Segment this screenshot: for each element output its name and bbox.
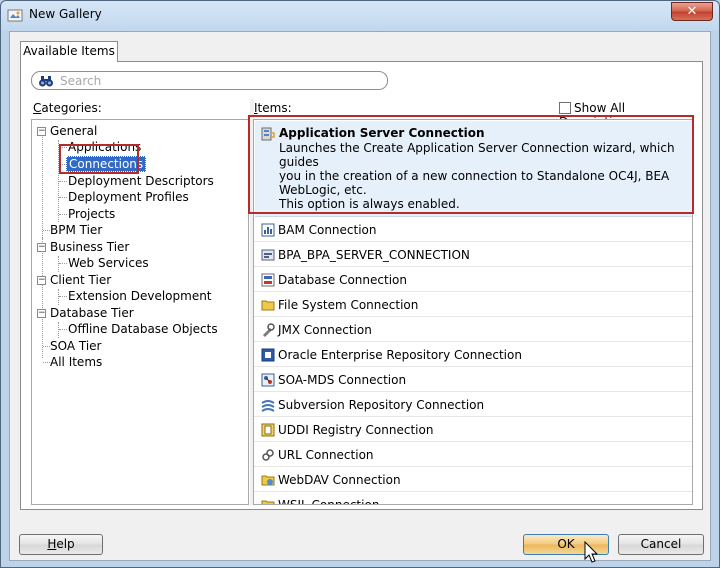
help-mnemonic: H (47, 537, 57, 551)
selected-item-highlight-box (248, 115, 694, 214)
title-bar[interactable]: New Gallery ✕ (1, 1, 719, 29)
search-box[interactable] (31, 71, 388, 90)
expander-general[interactable]: − (37, 127, 46, 136)
mouse-cursor-icon (584, 541, 599, 563)
item-label: UDDI Registry Connection (278, 423, 434, 437)
database-icon (261, 273, 275, 287)
search-input[interactable] (60, 73, 380, 89)
tree-line (58, 289, 59, 305)
tree-branch (59, 263, 67, 264)
item-jmx-connection[interactable]: JMX Connection (254, 318, 692, 342)
close-button[interactable]: ✕ (671, 2, 713, 21)
categories-label-text: ategories: (41, 101, 102, 115)
category-business-tier[interactable]: Business Tier (50, 239, 129, 255)
item-uddi-registry-connection[interactable]: UDDI Registry Connection (254, 418, 692, 442)
url-icon (262, 449, 274, 461)
tree-line (58, 322, 59, 338)
item-label: Oracle Enterprise Repository Connection (278, 348, 522, 362)
item-bam-connection[interactable]: BAM Connection (254, 218, 692, 242)
help-button[interactable]: Help (19, 534, 103, 555)
category-client-tier[interactable]: Client Tier (50, 272, 111, 288)
tree-branch (59, 296, 67, 297)
bpa-icon (261, 249, 275, 261)
category-general[interactable]: General (50, 123, 97, 139)
category-extension-development[interactable]: Extension Development (68, 288, 212, 304)
wsil-icon (261, 500, 275, 504)
tree-branch (59, 197, 67, 198)
checkbox-box[interactable] (559, 102, 571, 114)
item-wsil-connection[interactable]: WSIL Connection (254, 493, 692, 505)
categories-tree[interactable]: − General Applications Connections Deplo… (31, 119, 249, 505)
tree-branch (59, 329, 67, 330)
item-soa-mds-connection[interactable]: SOA-MDS Connection (254, 368, 692, 392)
tree-line (42, 134, 43, 238)
item-label: BPA_BPA_SERVER_CONNECTION (278, 248, 470, 262)
binoculars-icon (39, 76, 53, 87)
subversion-icon (261, 400, 275, 412)
item-label: JMX Connection (278, 323, 372, 337)
bam-icon (261, 223, 275, 237)
item-label: Subversion Repository Connection (278, 398, 485, 412)
cancel-button[interactable]: Cancel (618, 534, 704, 555)
expander-client-tier[interactable]: − (37, 276, 46, 285)
category-all-items[interactable]: All Items (50, 354, 102, 370)
expander-business-tier[interactable]: − (37, 243, 46, 252)
new-gallery-dialog: New Gallery ✕ Available Items Categories… (0, 0, 720, 568)
item-file-system-connection[interactable]: File System Connection (254, 293, 692, 317)
connections-highlight-box (59, 144, 139, 174)
category-soa-tier[interactable]: SOA Tier (50, 338, 102, 354)
tree-branch (59, 181, 67, 182)
item-label: URL Connection (278, 448, 374, 462)
item-url-connection[interactable]: URL Connection (254, 443, 692, 467)
item-database-connection[interactable]: Database Connection (254, 268, 692, 292)
category-database-tier[interactable]: Database Tier (50, 305, 134, 321)
tree-branch (59, 214, 67, 215)
items-label-text: tems: (257, 101, 292, 115)
gallery-app-icon (7, 9, 23, 22)
expander-database-tier[interactable]: − (37, 309, 46, 318)
help-label: elp (56, 537, 75, 551)
item-bpa-server-connection[interactable]: BPA_BPA_SERVER_CONNECTION (254, 243, 692, 267)
tree-branch (43, 230, 50, 231)
item-label: Database Connection (278, 273, 407, 287)
tree-branch (43, 362, 50, 363)
tree-line (58, 256, 59, 272)
window-title: New Gallery (29, 7, 102, 21)
item-label: WSIL Connection (278, 498, 380, 505)
jmx-icon (263, 323, 275, 337)
repository-icon (261, 348, 275, 362)
item-oracle-enterprise-repository-connection[interactable]: Oracle Enterprise Repository Connection (254, 343, 692, 367)
item-label: File System Connection (278, 298, 419, 312)
tree-branch (43, 346, 50, 347)
item-label: WebDAV Connection (278, 473, 401, 487)
category-projects[interactable]: Projects (68, 206, 115, 222)
uddi-icon (261, 423, 275, 437)
items-label: Items: (254, 101, 292, 115)
webdav-icon (261, 475, 275, 486)
tab-available-items[interactable]: Available Items (20, 41, 118, 62)
item-webdav-connection[interactable]: WebDAV Connection (254, 468, 692, 492)
item-label: SOA-MDS Connection (278, 373, 407, 387)
category-offline-database-objects[interactable]: Offline Database Objects (68, 321, 218, 337)
item-subversion-repository-connection[interactable]: Subversion Repository Connection (254, 393, 692, 417)
category-deployment-profiles[interactable]: Deployment Profiles (68, 189, 189, 205)
folder-icon (261, 300, 275, 311)
item-label: BAM Connection (278, 223, 377, 237)
category-deployment-descriptors[interactable]: Deployment Descriptors (68, 173, 214, 189)
dialog-body: Available Items Categories: (9, 31, 711, 561)
category-web-services[interactable]: Web Services (68, 255, 149, 271)
tree-line (42, 238, 43, 358)
soa-icon (261, 373, 275, 387)
category-bpm-tier[interactable]: BPM Tier (50, 222, 102, 238)
categories-label: Categories: (33, 101, 102, 115)
